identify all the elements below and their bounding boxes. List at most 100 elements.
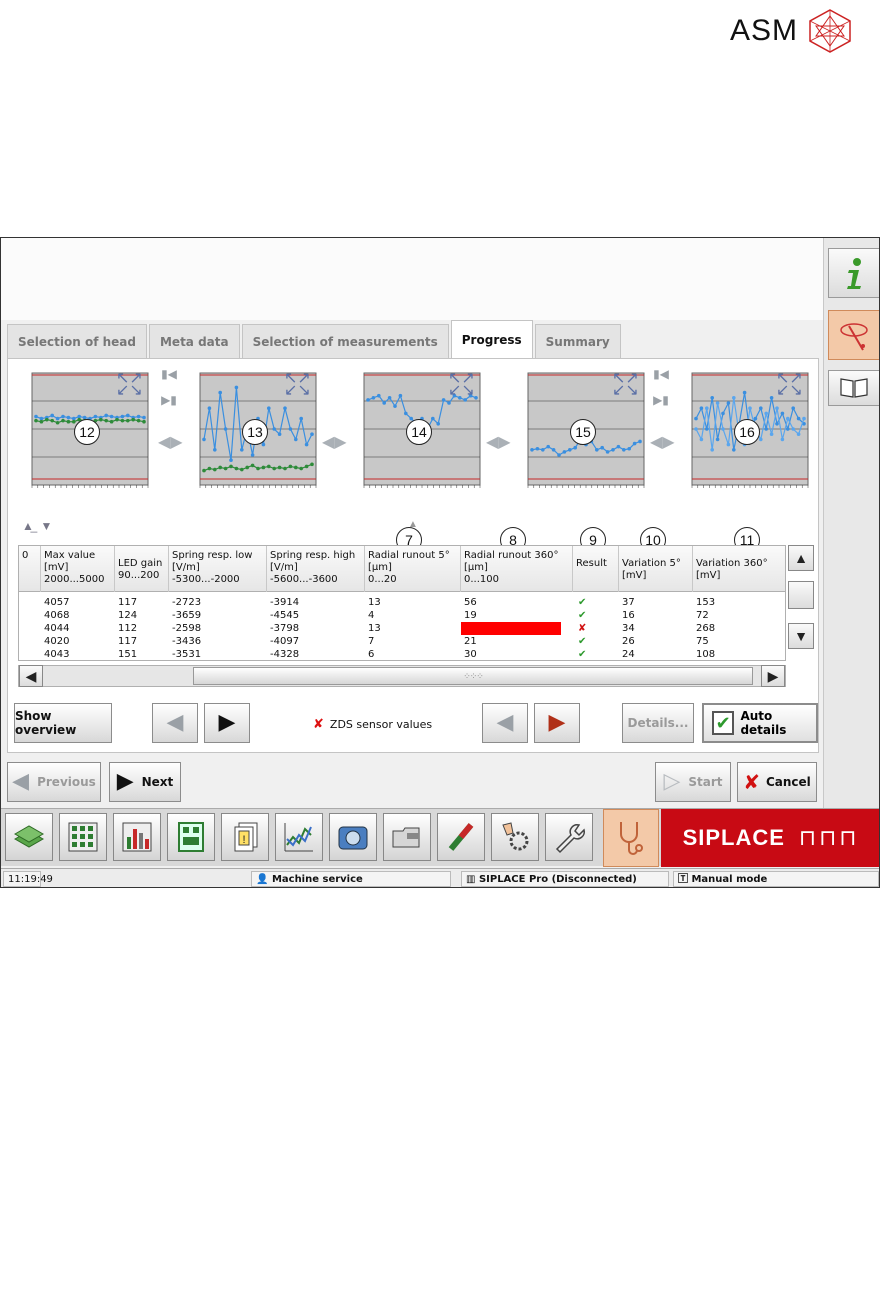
first-icon[interactable]: ▮◀ [653,367,669,381]
cell-radial-runout-360-out-of-range: 100 [461,622,561,635]
column-header-radial-runout-360[interactable]: Radial runout 360° [µm] 0...100 [461,546,573,592]
table-row[interactable]: 4044 112 -2598 -3798 13 100 ✘ 34 268 [19,622,785,635]
column-header[interactable]: 0 [19,546,41,592]
nozzle-icon[interactable] [437,813,485,861]
first-icon[interactable]: ▮◀ [161,367,177,381]
swap-charts-icon[interactable]: ◀▶ [322,432,347,451]
collapse-icon[interactable]: ▲̲ ▼ [22,519,52,533]
scroll-thumb[interactable] [788,581,814,609]
expand-icon[interactable]: ↖↗ ↙↘ [776,371,803,399]
cell-led-gain: 112 [118,623,138,634]
data-point [55,420,60,425]
scroll-left-icon[interactable]: ◀ [19,665,43,687]
tab-progress[interactable]: Progress [450,320,533,358]
table-vertical-scrollbar[interactable]: ▲ ▼ [788,545,816,661]
cancel-label: Cancel [765,775,811,789]
wrench-icon[interactable] [545,813,593,861]
trend-chart-icon[interactable] [275,813,323,861]
expand-icon[interactable]: ↖↗ ↙↘ [612,371,639,399]
info-button[interactable] [828,248,879,298]
data-point [66,419,71,424]
warning-documents-icon[interactable]: ! [221,813,269,861]
measurement-table[interactable]: 0 Max value [mV] 2000...5000 LED gain 90...… [18,545,786,661]
data-point [261,442,266,447]
show-overview-button[interactable]: Show overview [14,703,112,743]
previous-button[interactable]: ◀ Previous [7,762,101,802]
hand-gear-icon[interactable] [491,813,539,861]
data-point [218,390,222,395]
data-point [436,422,440,426]
cancel-button[interactable]: ✘ Cancel [737,762,817,802]
column-header-spring-low[interactable]: Spring resp. low [V/m] -5300...-2000 [169,546,267,592]
measurement-chart-3[interactable]: 14 ↖↗ ↙↘ [348,367,488,505]
manual-button[interactable] [828,370,879,406]
bar-chart-icon[interactable] [113,813,161,861]
next-button[interactable]: ▶ Next [109,762,181,802]
column-header-radial-runout-5[interactable]: Radial runout 5° [µm] 0...20 [365,546,461,592]
expand-icon[interactable]: ↖↗ ↙↘ [448,371,475,399]
data-point [136,418,141,423]
stethoscope-icon[interactable] [603,809,659,867]
next-measurement-button[interactable]: ▶ [204,703,250,743]
scroll-down-icon[interactable]: ▼ [788,623,814,649]
data-point [250,453,255,457]
details-button[interactable]: Details... [622,703,694,743]
scroll-right-icon[interactable]: ▶ [761,665,785,687]
column-header-variation-5[interactable]: Variation 5° [mV] [619,546,693,592]
data-point [699,437,704,442]
column-header-variation-360[interactable]: Variation 360° [mV] [693,546,785,592]
swap-charts-icon[interactable]: ◀▶ [486,432,511,451]
data-point [202,468,206,473]
last-icon[interactable]: ▶▮ [653,393,669,407]
data-point [234,466,239,471]
table-row[interactable]: 4057 117 -2723 -3914 13 56 ✔ 37 153 [19,596,785,609]
column-header-spring-high[interactable]: Spring resp. high [V/m] -5600...-3600 [267,546,365,592]
table-row[interactable]: 4043 151 -3531 -4328 6 30 ✔ 24 108 [19,648,785,660]
column-header-result[interactable]: Result [573,546,619,592]
next-sensor-button[interactable]: ▶ [534,703,580,743]
tab-selection-of-head[interactable]: Selection of head [7,324,147,358]
measurement-chart-4[interactable]: 15 ↖↗ ↙↘ [512,367,652,505]
scroll-up-icon[interactable]: ▲ [788,545,814,571]
cell-radial-runout-5: 13 [368,623,381,634]
expand-icon[interactable]: ↖↗ ↙↘ [116,371,143,399]
data-point [50,418,54,423]
board-icon[interactable] [167,813,215,861]
tab-meta-data[interactable]: Meta data [148,324,240,358]
folder-icon[interactable] [383,813,431,861]
data-point [218,465,222,470]
measurement-chart-1[interactable]: 12 ↖↗ ↙↘ [16,367,156,505]
table-horizontal-scrollbar[interactable]: ◀ ⁘⁘⁘ ▶ [18,665,786,687]
table-row[interactable]: 4068 124 -3659 -4545 4 19 ✔ 16 72 [19,609,785,622]
auto-details-checkbox[interactable]: ✔ Auto details [702,703,818,743]
data-point [223,427,228,431]
expand-icon[interactable]: ↖↗ ↙↘ [284,371,311,399]
previous-sensor-button[interactable]: ◀ [482,703,528,743]
camera-icon[interactable] [329,813,377,861]
data-point [294,465,298,470]
column-header-led-gain[interactable]: LED gain 90...200 [115,546,169,592]
swap-charts-icon[interactable]: ◀▶ [158,432,183,451]
grid-icon[interactable] [59,813,107,861]
table-row[interactable]: 4020 117 -3436 -4097 7 21 ✔ 26 75 [19,635,785,648]
start-button[interactable]: ▷ Start [655,762,731,802]
last-icon[interactable]: ▶▮ [161,393,177,407]
tab-selection-of-measurements[interactable]: Selection of measurements [241,324,449,358]
cell-led-gain: 124 [118,610,138,621]
chart-callout: 12 [74,419,100,445]
cell-spring-high: -3914 [270,597,300,608]
stack-icon[interactable] [5,813,53,861]
data-point [131,417,135,422]
measurement-chart-5[interactable]: 16 ↖↗ ↙↘ [676,367,816,505]
previous-measurement-button[interactable]: ◀ [152,703,198,743]
stethoscope-graphic [620,822,643,855]
measurement-chart-2[interactable]: 13 ↖↗ ↙↘ [184,367,324,505]
swap-charts-icon[interactable]: ◀▶ [650,432,675,451]
diagnostics-button[interactable] [828,310,879,360]
tab-summary[interactable]: Summary [534,324,621,358]
triangle-right-icon: ▷ [663,769,681,794]
connection-status-text: SIPLACE Pro (Disconnected) [478,874,637,885]
data-point [557,453,561,457]
column-header-max-value[interactable]: Max value [mV] 2000...5000 [41,546,115,592]
scroll-thumb[interactable]: ⁘⁘⁘ [193,667,753,685]
